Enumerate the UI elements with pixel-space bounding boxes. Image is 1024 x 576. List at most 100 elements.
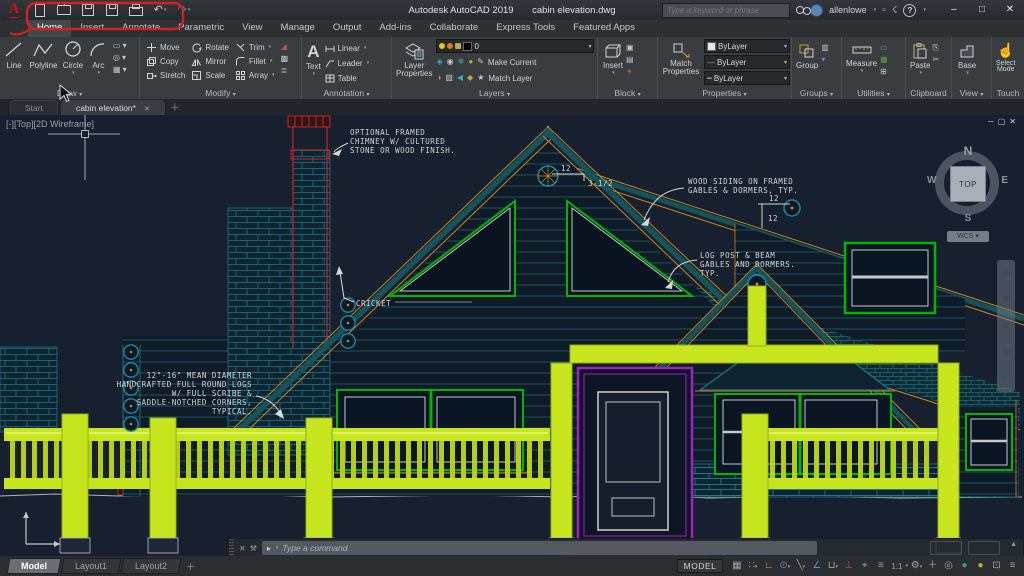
new-file-button[interactable] [32, 3, 48, 18]
viewcube[interactable]: N S W E TOP [931, 147, 1005, 221]
layer-freeze-tool-icon[interactable]: ❄ [458, 57, 465, 67]
match-layer-button[interactable]: Match Layer [488, 74, 532, 83]
showmotion-icon[interactable]: ▷ [1003, 373, 1010, 384]
maximize-button[interactable]: □ [968, 0, 996, 20]
explode-icon[interactable]: ▩ [281, 54, 289, 64]
tab-annotate[interactable]: Annotate [113, 20, 169, 37]
command-recent-button[interactable] [930, 541, 962, 555]
save-as-button[interactable] [104, 3, 120, 18]
navigation-bar[interactable]: ◎ ✥ ⊕ ↻ ▷ [997, 260, 1015, 392]
group-button[interactable]: Group [796, 42, 818, 70]
lineweight-combo[interactable]: ━ ByLayer▾ [704, 71, 790, 85]
search-input[interactable] [662, 3, 790, 18]
customization-menu-icon[interactable]: ≡ [1005, 557, 1020, 575]
file-tab-start[interactable]: Start [10, 100, 58, 115]
clean-screen-icon[interactable]: ⊡ [989, 557, 1004, 575]
rotate-button[interactable]: Rotate [191, 40, 229, 54]
layer-select-combo[interactable]: 0 ▾ [436, 39, 594, 53]
erase-icon[interactable]: ◢ [281, 42, 289, 52]
grid-toggle[interactable]: ▦ [729, 557, 744, 575]
table-button[interactable]: Table [325, 71, 369, 85]
file-tab-close-icon[interactable]: ✕ [144, 106, 150, 113]
polyline-button[interactable]: Polyline [29, 40, 57, 70]
edit-block-icon[interactable]: ▤ [626, 55, 634, 65]
quick-measure-icon[interactable]: ＋ [925, 557, 940, 575]
mirror-button[interactable]: Mirror [191, 54, 229, 68]
copy-clip-icon[interactable]: ⎘ [932, 43, 939, 53]
scale-button[interactable]: Scale [191, 68, 229, 82]
drawing-window-controls[interactable]: ─▢✕ [988, 117, 1020, 126]
undo-button[interactable]: ↶▾ [152, 3, 168, 18]
tab-output[interactable]: Output [324, 20, 371, 37]
draw-panel-label[interactable]: Draw ▾ [0, 88, 139, 98]
layer-off-icon[interactable]: ● [468, 57, 473, 67]
isodraft-toggle[interactable]: ╲▾ [793, 557, 808, 576]
layer-isolate-icon[interactable]: ◈ [436, 57, 442, 67]
pan-icon[interactable]: ✥ [1002, 294, 1010, 305]
quick-calc-icon[interactable]: ▦ [880, 55, 888, 65]
tab-manage[interactable]: Manage [272, 20, 324, 37]
model-tab[interactable]: Model [7, 558, 62, 574]
user-menu-caret-icon[interactable]: ▾ [874, 7, 877, 13]
model-space-toggle[interactable]: MODEL [677, 559, 724, 573]
base-view-button[interactable]: Base▾ [958, 42, 976, 76]
zoom-icon[interactable]: ⊕ [1002, 320, 1010, 331]
layer-prev-icon[interactable]: ◀ [457, 73, 463, 83]
annotation-panel-label[interactable]: Annotation ▾ [302, 88, 391, 98]
drawing-canvas[interactable]: OPTIONAL FRAMED CHIMNEY W/ CULTURED STON… [0, 115, 1024, 556]
layout2-tab[interactable]: Layout2 [121, 558, 182, 574]
annotation-scale[interactable]: 1:1 [891, 562, 902, 571]
tab-parametric[interactable]: Parametric [169, 20, 233, 37]
redo-button[interactable]: ↷▾ [176, 3, 192, 18]
arc-button[interactable]: Arc▾ [88, 40, 108, 76]
viewcube-top-face[interactable]: TOP [950, 166, 986, 202]
match-layer-icon[interactable]: ★ [477, 73, 484, 83]
utilities-panel-label[interactable]: Utilities ▾ [842, 88, 905, 98]
color-combo[interactable]: ByLayer▾ [704, 39, 790, 53]
linetype-combo[interactable]: — ByLayer▾ [704, 55, 790, 69]
signed-in-user[interactable]: allenlowe [829, 5, 867, 15]
linear-dimension-button[interactable]: Linear▾ [325, 41, 369, 55]
offset-icon[interactable]: ≣ [281, 66, 289, 76]
snap-toggle[interactable]: ∷▾ [745, 557, 760, 576]
file-tab-drawing[interactable]: cabin elevation*✕ [61, 100, 165, 115]
stretch-button[interactable]: Stretch [146, 68, 185, 82]
settings-gear-icon[interactable]: ⚙▾ [909, 557, 924, 576]
measure-button[interactable]: Measure▾ [846, 42, 877, 77]
tab-express-tools[interactable]: Express Tools [487, 20, 564, 37]
circle-button[interactable]: Circle▾ [62, 40, 84, 76]
hatch-tool-icon[interactable]: ▦ ▾ [113, 65, 127, 75]
rectangle-tool-icon[interactable]: ▭ ▾ [113, 41, 127, 51]
make-current-button[interactable]: Make Current [488, 58, 536, 67]
layer-unisolate-icon[interactable]: ◉ [447, 57, 454, 67]
tab-home[interactable]: Home [28, 20, 71, 37]
hardware-acceleration-icon[interactable]: ● [957, 557, 972, 575]
quick-select-icon[interactable]: ▭ [880, 43, 888, 53]
orbit-icon[interactable]: ↻ [1002, 347, 1010, 358]
create-block-icon[interactable]: ▣ [626, 43, 634, 53]
group-edit-icon[interactable]: ▾ [821, 55, 829, 65]
select-mode-button[interactable]: ☝ Select Mode [996, 42, 1015, 73]
connect-icon[interactable]: ☇ [892, 5, 898, 16]
command-input[interactable]: ▸ ▾ Type a command [262, 541, 817, 555]
steering-wheel-icon[interactable]: ◎ [1002, 268, 1010, 279]
command-close-icon[interactable]: ✕ [239, 544, 246, 553]
search-binoculars-icon[interactable] [796, 6, 804, 14]
tab-insert[interactable]: Insert [71, 20, 113, 37]
command-options-button[interactable] [968, 541, 1000, 555]
layer-properties-button[interactable]: Layer Properties [396, 42, 432, 85]
ortho-toggle[interactable]: ∟ [761, 557, 776, 575]
plot-button[interactable] [128, 3, 144, 18]
minimize-button[interactable]: – [940, 0, 968, 20]
cut-icon[interactable]: ✂ [932, 55, 939, 65]
layer-walk-icon[interactable]: ◑ [436, 73, 441, 83]
object-snap-toggle[interactable]: ∠ [809, 557, 824, 575]
command-customize-icon[interactable]: ⚒ [250, 544, 257, 553]
new-layout-button[interactable]: ＋ [186, 560, 195, 573]
paste-button[interactable]: Paste▾ [910, 42, 930, 76]
wcs-dropdown[interactable]: WCS ▾ [947, 231, 989, 242]
block-attributes-icon[interactable]: ✦ [626, 67, 634, 77]
move-button[interactable]: Move [146, 40, 185, 54]
annotation-monitor-icon[interactable]: ● [973, 557, 988, 575]
tab-view[interactable]: View [233, 20, 271, 37]
